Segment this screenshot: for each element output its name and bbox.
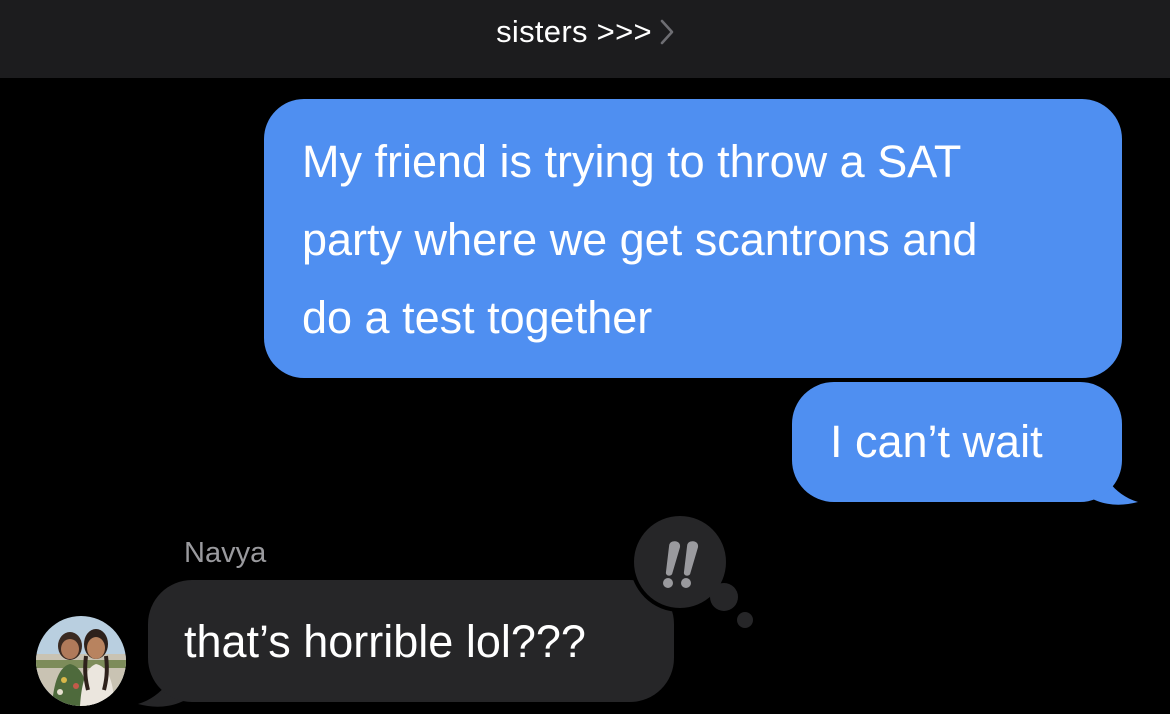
message-line: My friend is trying to throw a SAT [302, 136, 962, 187]
message-text: I can’t wait [830, 416, 1043, 467]
incoming-message-bubble[interactable]: that’s horrible lol??? [148, 580, 674, 702]
message-line: party where we get scantrons and [302, 214, 978, 265]
contact-avatar[interactable] [36, 616, 126, 706]
message-line: do a test together [302, 292, 653, 343]
sender-name: Navya [184, 537, 267, 569]
outgoing-message-bubble[interactable]: My friend is trying to throw a SAT party… [264, 99, 1122, 378]
conversation-title-group[interactable]: sisters >>> [496, 14, 674, 50]
conversation-title[interactable]: sisters >>> [496, 14, 652, 50]
conversation-header[interactable]: sisters >>> [0, 0, 1170, 78]
chevron-right-icon[interactable] [660, 19, 674, 45]
outgoing-message-bubble[interactable]: I can’t wait [792, 382, 1122, 502]
tapback-reaction[interactable] [632, 510, 772, 640]
contact-photo [36, 616, 126, 706]
message-text: that’s horrible lol??? [184, 616, 586, 667]
